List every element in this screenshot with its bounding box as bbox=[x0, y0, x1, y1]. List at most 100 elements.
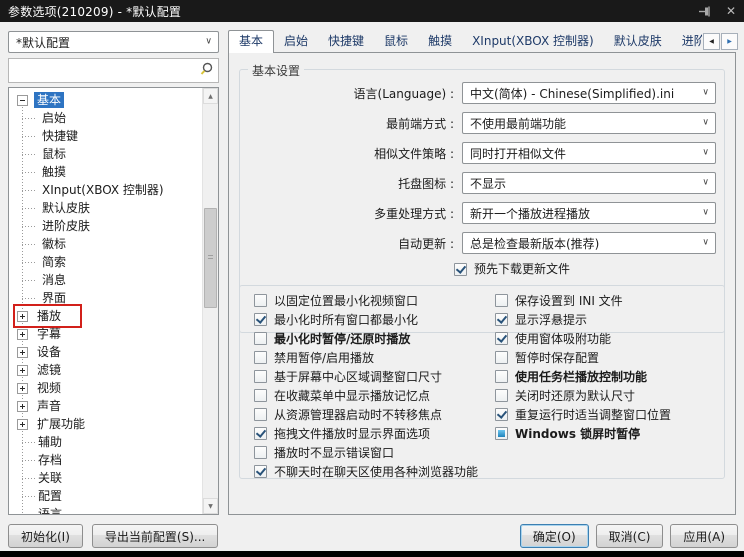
checkbox-row-right-4[interactable]: 使用任务栏播放控制功能 bbox=[495, 367, 671, 386]
checkbox-row-right-7[interactable]: Windows 锁屏时暂停 bbox=[495, 424, 671, 443]
language-select[interactable]: 中文(简体) - Chinese(Simplified).ini ∨ bbox=[462, 82, 716, 104]
checkbox-box[interactable] bbox=[254, 427, 267, 440]
tree-item-filters[interactable]: 滤镜 bbox=[9, 361, 202, 379]
checkbox-box[interactable] bbox=[495, 332, 508, 345]
tree-item-archive[interactable]: 存档 bbox=[9, 451, 202, 469]
cancel-button[interactable]: 取消(C) bbox=[595, 524, 664, 548]
tab-scroll-left-icon[interactable]: ◀ bbox=[703, 33, 720, 50]
tab-start[interactable]: 启始 bbox=[274, 32, 318, 51]
tree-item-default-skin[interactable]: 默认皮肤 bbox=[9, 199, 202, 217]
tab-advanced-skin[interactable]: 进阶皮肤 bbox=[672, 32, 702, 51]
checkbox-box[interactable] bbox=[495, 313, 508, 326]
checkbox-box[interactable] bbox=[254, 465, 267, 478]
search-input[interactable] bbox=[9, 59, 199, 82]
tree-item-start[interactable]: 启始 bbox=[9, 109, 202, 127]
profile-select[interactable]: *默认配置 ∨ bbox=[8, 31, 219, 53]
checkbox-box[interactable] bbox=[254, 332, 267, 345]
tree-item-touch[interactable]: 触摸 bbox=[9, 163, 202, 181]
tree-item-advanced-skin[interactable]: 进阶皮肤 bbox=[9, 217, 202, 235]
checkbox-row-right-1[interactable]: 显示浮悬提示 bbox=[495, 310, 671, 329]
ok-button[interactable]: 确定(O) bbox=[519, 524, 589, 548]
tree-item-extensions[interactable]: 扩展功能 bbox=[9, 415, 202, 433]
checkbox-box[interactable] bbox=[254, 389, 267, 402]
scroll-up-icon[interactable]: ▲ bbox=[203, 88, 218, 104]
checkbox-row-left-6[interactable]: 从资源管理器启动时不转移焦点 bbox=[254, 405, 478, 424]
tree-item-video[interactable]: 视频 bbox=[9, 379, 202, 397]
tab-mouse[interactable]: 鼠标 bbox=[374, 32, 418, 51]
tree-item-audio[interactable]: 声音 bbox=[9, 397, 202, 415]
apply-button[interactable]: 应用(A) bbox=[670, 524, 738, 548]
checkbox-row-right-2[interactable]: 使用窗体吸附功能 bbox=[495, 329, 671, 348]
checkbox-box[interactable] bbox=[495, 370, 508, 383]
tree-item-interface[interactable]: 界面 bbox=[9, 289, 202, 307]
auto-update-select[interactable]: 总是检查最新版本(推荐) ∨ bbox=[462, 232, 716, 254]
tree-item-xinput[interactable]: XInput(XBOX 控制器) bbox=[9, 181, 202, 199]
tree-item-mouse[interactable]: 鼠标 bbox=[9, 145, 202, 163]
expand-plus-icon[interactable] bbox=[17, 364, 28, 376]
checkbox-row-left-4[interactable]: 基于屏幕中心区域调整窗口尺寸 bbox=[254, 367, 478, 386]
predownload-updates-row[interactable]: 预先下载更新文件 bbox=[454, 262, 724, 276]
tree-item-language[interactable]: 语言 bbox=[9, 505, 202, 514]
close-icon[interactable]: ✕ bbox=[726, 0, 736, 22]
checkbox-row-left-9[interactable]: 不聊天时在聊天区使用各种浏览器功能 bbox=[254, 462, 478, 481]
checkbox-box[interactable] bbox=[254, 313, 267, 326]
checkbox-row-left-1[interactable]: 最小化时所有窗口都最小化 bbox=[254, 310, 478, 329]
tree-item-devices[interactable]: 设备 bbox=[9, 343, 202, 361]
checkbox-box[interactable] bbox=[495, 294, 508, 307]
tab-scroll-right-icon[interactable]: ▶ bbox=[721, 33, 738, 50]
init-button[interactable]: 初始化(I) bbox=[8, 524, 83, 548]
tree-item-logo[interactable]: 徽标 bbox=[9, 235, 202, 253]
expand-plus-icon[interactable] bbox=[17, 400, 28, 412]
checkbox-row-left-5[interactable]: 在收藏菜单中显示播放记忆点 bbox=[254, 386, 478, 405]
checkbox-box[interactable] bbox=[254, 408, 267, 421]
tree-scrollbar[interactable]: ▲ ▼ bbox=[202, 88, 218, 514]
expand-plus-icon[interactable] bbox=[17, 418, 28, 430]
checkbox-box[interactable] bbox=[254, 446, 267, 459]
collapse-minus-icon[interactable] bbox=[17, 94, 28, 106]
tree-item-utilities[interactable]: 辅助 bbox=[9, 433, 202, 451]
tree-item-briefing[interactable]: 简索 bbox=[9, 253, 202, 271]
checkbox-box[interactable] bbox=[495, 389, 508, 402]
tree-item-presets[interactable]: 配置 bbox=[9, 487, 202, 505]
checkbox-label: 使用窗体吸附功能 bbox=[515, 331, 612, 346]
checkbox-box[interactable] bbox=[254, 294, 267, 307]
export-config-button[interactable]: 导出当前配置(S)... bbox=[91, 524, 219, 548]
checkbox-box[interactable] bbox=[495, 408, 508, 421]
checkbox-row-right-6[interactable]: 重复运行时适当调整窗口位置 bbox=[495, 405, 671, 424]
pin-icon[interactable] bbox=[698, 4, 712, 18]
expand-plus-icon[interactable] bbox=[17, 346, 28, 358]
scroll-down-icon[interactable]: ▼ bbox=[203, 498, 218, 514]
tab-hotkeys[interactable]: 快捷键 bbox=[318, 32, 374, 51]
tree-item-messages[interactable]: 消息 bbox=[9, 271, 202, 289]
checkbox-box[interactable] bbox=[495, 427, 508, 440]
checkbox-box[interactable] bbox=[495, 351, 508, 364]
checkbox-row-right-3[interactable]: 暂停时保存配置 bbox=[495, 348, 671, 367]
tree-item-subtitles[interactable]: 字幕 bbox=[9, 325, 202, 343]
topmost-select[interactable]: 不使用最前端功能 ∨ bbox=[462, 112, 716, 134]
checkbox-row-left-8[interactable]: 播放时不显示错误窗口 bbox=[254, 443, 478, 462]
checkbox-row-left-2[interactable]: 最小化时暂停/还原时播放 bbox=[254, 329, 478, 348]
tab-xinput[interactable]: XInput(XBOX 控制器) bbox=[462, 32, 604, 51]
checkbox-box[interactable] bbox=[254, 351, 267, 364]
tab-touch[interactable]: 触摸 bbox=[418, 32, 462, 51]
tab-basic[interactable]: 基本 bbox=[228, 30, 275, 53]
multi-instance-select[interactable]: 新开一个播放进程播放 ∨ bbox=[462, 202, 716, 224]
tree-item-basic[interactable]: 基本 bbox=[9, 91, 202, 109]
checkbox-predownload-updates[interactable] bbox=[454, 262, 467, 276]
expand-plus-icon[interactable] bbox=[17, 328, 28, 340]
tray-icon-select[interactable]: 不显示 ∨ bbox=[462, 172, 716, 194]
checkbox-row-right-0[interactable]: 保存设置到 INI 文件 bbox=[495, 291, 671, 310]
tree-item-playback[interactable]: 播放 bbox=[9, 307, 202, 325]
scrollbar-thumb[interactable] bbox=[204, 208, 217, 308]
tab-default-skin[interactable]: 默认皮肤 bbox=[604, 32, 672, 51]
checkbox-row-left-3[interactable]: 禁用暂停/启用播放 bbox=[254, 348, 478, 367]
expand-plus-icon[interactable] bbox=[17, 310, 28, 322]
tree-item-association[interactable]: 关联 bbox=[9, 469, 202, 487]
similar-file-select[interactable]: 同时打开相似文件 ∨ bbox=[462, 142, 716, 164]
expand-plus-icon[interactable] bbox=[17, 382, 28, 394]
checkbox-row-right-5[interactable]: 关闭时还原为默认尺寸 bbox=[495, 386, 671, 405]
checkbox-box[interactable] bbox=[254, 370, 267, 383]
checkbox-row-left-0[interactable]: 以固定位置最小化视频窗口 bbox=[254, 291, 478, 310]
checkbox-row-left-7[interactable]: 拖拽文件播放时显示界面选项 bbox=[254, 424, 478, 443]
tree-item-hotkeys[interactable]: 快捷键 bbox=[9, 127, 202, 145]
